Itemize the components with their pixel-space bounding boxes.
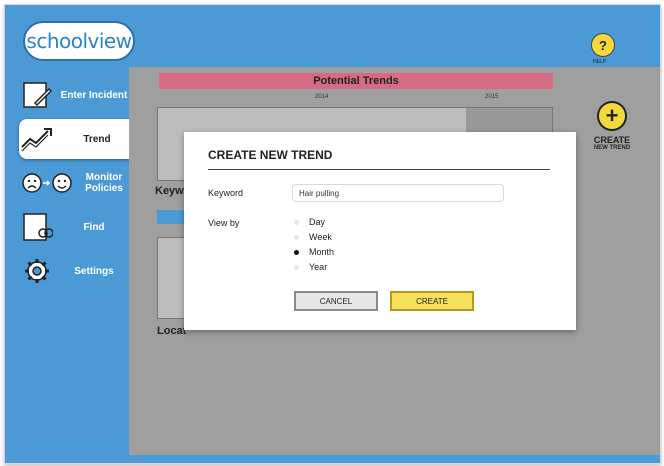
plus-icon: + [597,101,627,131]
keyword-label: Keyword [208,188,244,198]
sidebar-item-settings[interactable]: Settings [19,251,133,291]
keyword-input[interactable] [292,184,504,202]
create-new-label: CREATE [593,135,631,145]
search-doc-icon [19,209,55,245]
radio-dot [294,264,299,270]
radio-label: Week [309,232,332,242]
create-trend-dialog: CREATE NEW TREND Keyword View by Day Wee… [184,132,576,330]
logo-text: schoolview [26,29,132,53]
radio-label: Month [309,247,335,257]
create-new-trend-button[interactable]: + CREATE NEW TREND [577,101,647,151]
cancel-button[interactable]: CANCEL [294,291,378,311]
trend-chart-icon [19,121,55,157]
radio-dot-selected [294,249,299,255]
radio-label: Year [309,262,328,272]
radio-week[interactable]: Week [294,231,332,243]
radio-dot [294,219,299,225]
keyword-section-label: Keyw [155,185,184,197]
pencil-note-icon [19,77,55,113]
sidebar: Enter Incident Trend Monitor Policies Fi… [13,67,139,455]
sidebar-item-label: Find [83,221,105,233]
faces-icon [19,165,75,201]
help-button[interactable]: ? [591,33,615,57]
sidebar-item-enter-incident[interactable]: Enter Incident [19,75,133,115]
gear-icon [19,253,55,289]
sidebar-item-label: Enter Incident [60,89,128,101]
sidebar-item-label: Settings [74,265,114,277]
radio-label: Day [309,217,326,227]
potential-trends-title: Potential Trends [159,73,553,89]
location-section-label: Locat [157,325,187,337]
title-divider [208,169,550,170]
create-new-sublabel: NEW TREND [593,145,631,151]
dialog-title: CREATE NEW TREND [208,148,333,162]
radio-month[interactable]: Month [294,246,334,258]
year-label: 2015 [485,94,499,100]
help-label: HELP [593,59,607,65]
sidebar-item-label: Monitor Policies [85,172,123,194]
viewby-label: View by [208,218,240,228]
sidebar-item-find[interactable]: Find [19,207,133,247]
year-label: 2014 [315,94,329,100]
schoolview-logo: schoolview [23,21,135,61]
sidebar-item-trend[interactable]: Trend [19,119,139,159]
trend-chart-location [157,237,187,319]
top-bar: schoolview ? HELP [5,5,660,67]
radio-year[interactable]: Year [294,261,327,273]
sidebar-item-label: Trend [83,133,111,145]
sidebar-item-monitor-policies[interactable]: Monitor Policies [19,163,133,203]
create-button[interactable]: CREATE [390,291,474,311]
radio-day[interactable]: Day [294,216,325,228]
keyword-bar [157,210,185,224]
radio-dot [294,234,299,240]
